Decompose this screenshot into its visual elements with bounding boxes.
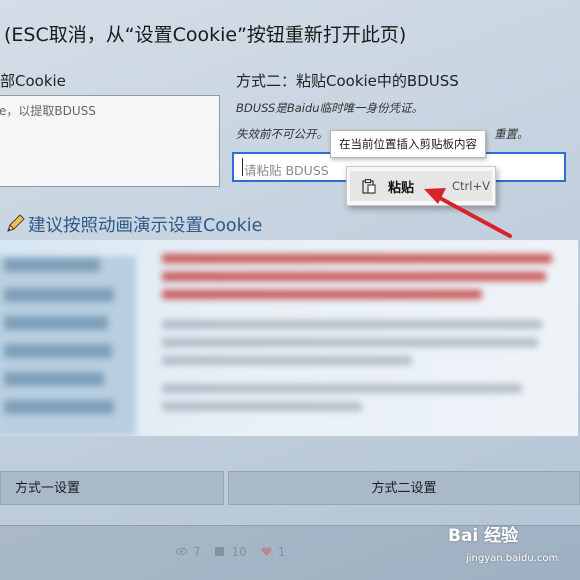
demo-heading: 建议按照动画演示设置Cookie [4,212,262,237]
bduss-input-placeholder: 请粘贴 BDUSS [244,163,329,178]
context-menu-item-shortcut: Ctrl+V [452,179,490,193]
bduss-note-line2: 失效前不可公开。 [236,127,328,141]
context-menu-item-label: 粘贴 [388,181,415,196]
demo-heading-text: 建议按照动画演示设置Cookie [28,216,263,236]
heart-icon [261,546,272,557]
method-one-button[interactable]: 方式一设置 [0,471,224,505]
bduss-note-line1: BDUSS是Baidu临时唯一身份凭证。 [236,101,424,115]
views-count: 7 [193,545,201,559]
star-icon [214,546,225,557]
cookie-dialog: (ESC取消，从“设置Cookie”按钮重新打开此页) 部Cookie e，以提… [0,0,580,526]
dialog-title: (ESC取消，从“设置Cookie”按钮重新打开此页) [4,24,407,46]
text-caret [242,158,243,176]
cookie-textarea-placeholder: e，以提取BDUSS [0,104,96,118]
method-two-heading: 方式二：粘贴Cookie中的BDUSS [236,72,459,90]
eye-icon [176,546,187,557]
likes-count: 1 [277,545,286,559]
pencil-icon [4,213,26,235]
baidu-jingyan-logo: Bai 经验 [448,526,519,546]
cookie-textarea[interactable]: e，以提取BDUSS [0,95,220,187]
method-two-button[interactable]: 方式二设置 [228,471,580,505]
paste-tooltip: 在当前位置插入剪贴板内容 [330,130,486,158]
button-bar: 方式一设置 方式二设置 [0,471,580,505]
bduss-note-line2-tail: 重置。 [494,127,529,141]
method-one-heading: 部Cookie [0,72,66,90]
context-menu-item-paste[interactable]: 粘贴 Ctrl+V [350,171,492,201]
context-menu: 粘贴 Ctrl+V [346,166,496,206]
footer-stats: 7 10 1 [166,545,285,559]
baidu-jingyan-url: jingyan.baidu.com [466,553,559,564]
demo-animation [0,240,578,436]
favorites-count: 10 [231,545,247,559]
clipboard-icon [362,179,376,194]
